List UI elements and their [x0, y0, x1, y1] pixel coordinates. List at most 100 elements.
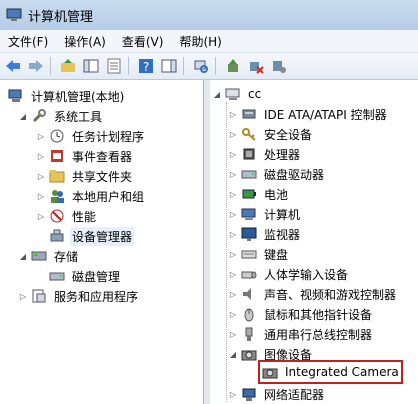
keyboard-icon: [241, 246, 257, 262]
expand-arrow-icon[interactable]: ▷: [228, 189, 238, 199]
device-category-security[interactable]: ▷ 安全设备: [228, 124, 314, 144]
tree-item-label: 共享文件夹: [72, 169, 133, 184]
menu-action[interactable]: 操作(A): [56, 33, 114, 50]
device-category-processor[interactable]: ▷ 处理器: [228, 144, 302, 164]
up-folder-icon[interactable]: [58, 56, 78, 76]
tree-item-label: 键盘: [264, 247, 289, 262]
device-category-mice[interactable]: ▷ 鼠标和其他指针设备: [228, 304, 374, 324]
menu-help[interactable]: 帮助(H): [171, 33, 229, 50]
tree-item-label: 声音、视频和游戏控制器: [264, 287, 397, 302]
tree-item-storage[interactable]: ◢ 存储: [18, 246, 80, 266]
action-pane-icon[interactable]: [159, 56, 179, 76]
tree-item-shared-folders[interactable]: ▷ 共享文件夹: [36, 166, 134, 186]
tree-item-disk-management[interactable]: 磁盘管理: [36, 266, 122, 286]
tree-item-label: 任务计划程序: [72, 129, 145, 144]
collapse-arrow-icon[interactable]: ◢: [228, 349, 238, 359]
expand-arrow-icon[interactable]: ▷: [36, 211, 46, 221]
toolbar-separator: [215, 57, 216, 75]
tree-item-label: 通用串行总线控制器: [264, 327, 373, 342]
tree-item-label: 磁盘驱动器: [264, 167, 325, 182]
expand-arrow-icon[interactable]: ▷: [228, 329, 238, 339]
device-integrated-camera[interactable]: Integrated Camera: [262, 362, 401, 382]
disk-drive-icon: [241, 166, 257, 182]
expand-arrow-icon[interactable]: ▷: [228, 169, 238, 179]
expand-arrow-icon[interactable]: ▷: [228, 269, 238, 279]
forward-arrow-icon[interactable]: [26, 56, 46, 76]
expand-arrow-icon[interactable]: ▷: [228, 309, 238, 319]
menu-file[interactable]: 文件(F): [0, 33, 56, 50]
tree-item-event-viewer[interactable]: ▷ 事件查看器: [36, 146, 134, 166]
help-icon[interactable]: ?: [136, 56, 156, 76]
storage-icon: [31, 248, 47, 264]
update-driver-icon[interactable]: [223, 56, 243, 76]
expand-arrow-icon[interactable]: ▷: [228, 249, 238, 259]
tree-item-label: 系统工具: [54, 109, 103, 124]
device-category-hid[interactable]: ▷ 人体学输入设备: [228, 264, 350, 284]
expand-arrow-icon[interactable]: ▷: [228, 289, 238, 299]
tree-item-label: 本地用户和组: [72, 189, 145, 204]
device-category-monitors[interactable]: ▷ 监视器: [228, 224, 302, 244]
shared-folder-icon: [49, 168, 65, 184]
device-category-disk-drives[interactable]: ▷ 磁盘驱动器: [228, 164, 326, 184]
services-icon: [31, 288, 47, 304]
collapse-arrow-icon[interactable]: ◢: [212, 89, 222, 99]
scan-hardware-icon[interactable]: [191, 56, 211, 76]
tree-item-label: 安全设备: [264, 127, 313, 142]
tree-item-label: IDE ATA/ATAPI 控制器: [264, 107, 387, 122]
expand-arrow-icon[interactable]: ▷: [228, 129, 238, 139]
tree-item-label: 鼠标和其他指针设备: [264, 307, 373, 322]
collapse-arrow-icon[interactable]: ◢: [18, 251, 28, 261]
tree-guide-line: [226, 102, 227, 402]
show-hide-tree-icon[interactable]: [81, 56, 101, 76]
tree-item-label: cc: [248, 87, 262, 101]
users-icon: [49, 188, 65, 204]
computer-management-icon: [8, 88, 24, 104]
expand-arrow-icon[interactable]: ▷: [18, 291, 28, 301]
menu-view[interactable]: 查看(V): [114, 33, 172, 50]
network-adapter-icon: [241, 386, 257, 402]
processor-icon: [241, 146, 257, 162]
title-bar: 计算机管理: [0, 0, 418, 30]
device-category-sound[interactable]: ▷ 声音、视频和游戏控制器: [228, 284, 398, 304]
tree-item-device-manager[interactable]: 设备管理器: [36, 226, 135, 246]
expand-arrow-icon[interactable]: ▷: [36, 131, 46, 141]
device-tree-root[interactable]: ◢ cc: [212, 84, 263, 104]
expand-arrow-icon[interactable]: ▷: [228, 109, 238, 119]
tree-item-label: 电池: [264, 187, 289, 202]
toolbar: ?: [0, 53, 418, 80]
tree-item-label: 磁盘管理: [72, 269, 121, 284]
device-category-keyboards[interactable]: ▷ 键盘: [228, 244, 290, 264]
expand-arrow-icon[interactable]: ▷: [228, 149, 238, 159]
device-category-usb[interactable]: ▷ 通用串行总线控制器: [228, 324, 374, 344]
disable-device-icon[interactable]: [269, 56, 289, 76]
tree-item-label: Integrated Camera: [285, 365, 399, 379]
tree-item-root[interactable]: 计算机管理(本地): [8, 86, 126, 106]
uninstall-icon[interactable]: [246, 56, 266, 76]
expand-arrow-icon[interactable]: ▷: [36, 171, 46, 181]
tree-item-local-users[interactable]: ▷ 本地用户和组: [36, 186, 146, 206]
expand-arrow-icon[interactable]: ▷: [228, 389, 238, 399]
expand-arrow-icon[interactable]: ▷: [228, 209, 238, 219]
tree-item-performance[interactable]: ▷ 性能: [36, 206, 98, 226]
expand-arrow-icon[interactable]: ▷: [36, 151, 46, 161]
tree-item-label: 监视器: [264, 227, 301, 242]
disk-icon: [49, 268, 65, 284]
expand-arrow-icon[interactable]: ▷: [228, 229, 238, 239]
device-category-battery[interactable]: ▷ 电池: [228, 184, 290, 204]
device-category-ide[interactable]: ▷ IDE ATA/ATAPI 控制器: [228, 104, 389, 124]
speaker-icon: [241, 286, 257, 302]
hid-icon: [241, 266, 257, 282]
svg-text:?: ?: [143, 60, 149, 74]
tree-item-task-scheduler[interactable]: ▷ 任务计划程序: [36, 126, 146, 146]
device-category-computer[interactable]: ▷ 计算机: [228, 204, 302, 224]
expand-arrow-icon[interactable]: ▷: [36, 191, 46, 201]
device-category-network[interactable]: ▷ 网络适配器: [228, 384, 326, 404]
properties-icon[interactable]: [104, 56, 124, 76]
collapse-arrow-icon[interactable]: ◢: [18, 111, 28, 121]
tree-item-services-apps[interactable]: ▷ 服务和应用程序: [18, 286, 140, 306]
back-arrow-icon[interactable]: [3, 56, 23, 76]
tree-item-label: 人体学输入设备: [264, 267, 349, 282]
tree-item-system-tools[interactable]: ◢ 系统工具: [18, 106, 104, 126]
console-tree-pane: 计算机管理(本地) ◢ 系统工具 ▷ 任务计划程序 ▷ 事件查看器 ▷ 共享文件…: [0, 80, 204, 404]
mouse-icon: [241, 306, 257, 322]
